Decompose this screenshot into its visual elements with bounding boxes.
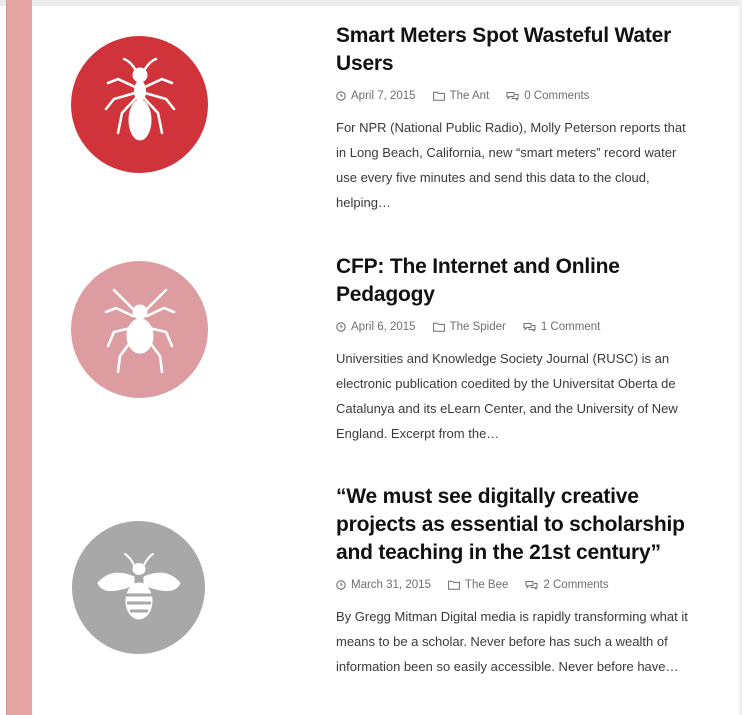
post-title[interactable]: “We must see digitally creative projects… <box>336 483 696 567</box>
folder-icon <box>432 322 445 332</box>
post-excerpt: By Gregg Mitman Digital media is rapidly… <box>336 609 688 674</box>
post-thumbnail[interactable] <box>72 521 205 654</box>
post-meta: April 6, 2015 The Spider 1 Comment <box>336 318 696 336</box>
sidebar-accent-stripe <box>6 0 32 715</box>
folder-icon <box>432 91 445 101</box>
comments-icon <box>506 92 519 101</box>
post-thumbnail[interactable] <box>71 36 208 173</box>
post-date: April 7, 2015 <box>336 87 416 105</box>
clock-icon <box>336 580 346 590</box>
post-content: CFP: The Internet and Online Pedagogy Ap… <box>336 253 696 446</box>
post-category[interactable]: The Ant <box>432 87 489 105</box>
post-meta: March 31, 2015 The Bee 2 Comments <box>336 576 696 594</box>
post-title[interactable]: CFP: The Internet and Online Pedagogy <box>336 253 696 309</box>
post-content: Smart Meters Spot Wasteful Water Users A… <box>336 22 696 215</box>
post-comments[interactable]: 2 Comments <box>525 576 609 594</box>
comments-icon <box>523 323 536 332</box>
ant-icon <box>104 57 175 140</box>
post-thumbnail[interactable] <box>71 261 208 398</box>
bee-icon <box>96 552 181 619</box>
post-excerpt: Universities and Knowledge Society Journ… <box>336 351 678 441</box>
clock-icon <box>336 322 346 332</box>
post-excerpt: For NPR (National Public Radio), Molly P… <box>336 120 686 210</box>
post-meta: April 7, 2015 The Ant 0 Comments <box>336 87 696 105</box>
post-category[interactable]: The Spider <box>432 318 506 336</box>
post-comments[interactable]: 1 Comment <box>523 318 600 336</box>
comments-icon <box>525 581 538 590</box>
spider-icon <box>104 288 175 373</box>
post-date: March 31, 2015 <box>336 576 431 594</box>
post-title[interactable]: Smart Meters Spot Wasteful Water Users <box>336 22 696 78</box>
post-date: April 6, 2015 <box>336 318 416 336</box>
folder-icon <box>448 580 460 590</box>
post-comments[interactable]: 0 Comments <box>506 87 589 105</box>
post-category[interactable]: The Bee <box>448 576 508 594</box>
clock-icon <box>336 91 346 101</box>
window-top-border <box>0 0 742 6</box>
post-content: “We must see digitally creative projects… <box>336 483 696 679</box>
